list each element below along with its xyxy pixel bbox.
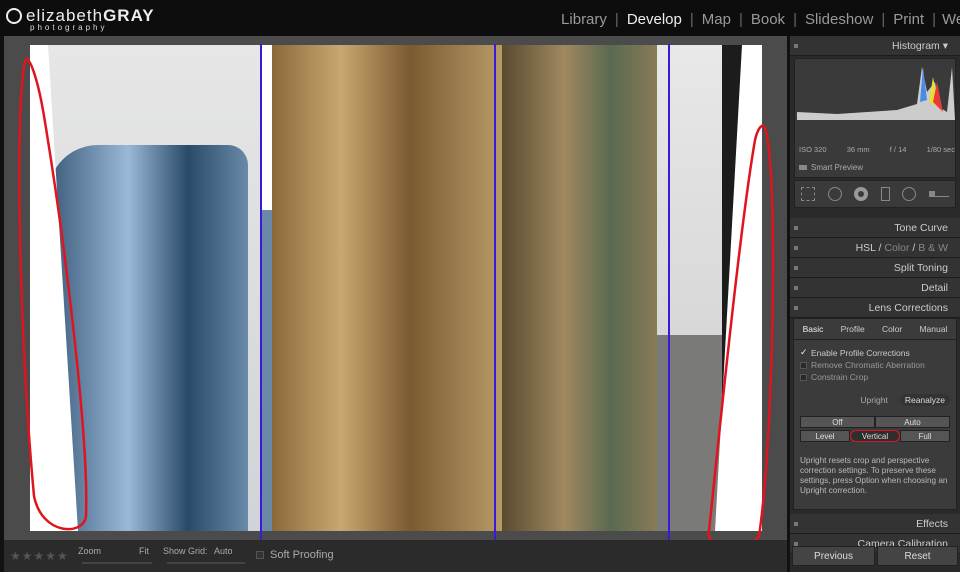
focal-length: 36 mm <box>846 145 870 154</box>
star-rating[interactable]: ★★★★★ <box>10 549 69 563</box>
lens-corrections-panel: Basic Profile Color Manual ✓ Enable Profi… <box>793 318 957 510</box>
constrain-crop-checkbox[interactable]: Constrain Crop <box>800 372 950 382</box>
grid-slider[interactable] <box>167 562 245 564</box>
right-panel: Histogram ▾ ISO 320 36 mm f / 14 1/80 sec S… <box>790 36 960 572</box>
upright-full-button[interactable]: Full <box>900 430 950 442</box>
upright-off-button[interactable]: Off <box>800 416 875 428</box>
lens-tab-basic[interactable]: Basic <box>803 324 824 334</box>
tool-strip <box>794 180 956 208</box>
lens-tab-color[interactable]: Color <box>882 324 902 334</box>
module-library[interactable]: Library <box>555 11 613 28</box>
soft-proofing-checkbox[interactable] <box>256 551 264 559</box>
zoom-label: Zoom <box>78 546 102 556</box>
reanalyze-button[interactable]: Reanalyze <box>899 394 950 406</box>
lens-tab-profile[interactable]: Profile <box>841 324 865 334</box>
hsl-tab[interactable]: HSL <box>856 242 876 254</box>
brand-logo: elizabethGRAY photography <box>6 6 155 32</box>
histogram-title: Histogram <box>891 40 940 52</box>
panel-effects[interactable]: Effects <box>790 514 960 534</box>
module-print[interactable]: Print <box>887 11 930 28</box>
graduated-filter-icon[interactable] <box>880 187 890 201</box>
color-tab[interactable]: Color <box>884 242 909 254</box>
spot-removal-icon[interactable] <box>827 187 842 201</box>
aperture: f / 14 <box>889 145 907 154</box>
upright-note: Upright resets crop and perspective corr… <box>800 456 948 495</box>
module-map[interactable]: Map <box>696 11 737 28</box>
toolbar: ★★★★★ Zoom Fit Show Grid: Auto Soft Proo… <box>4 540 787 572</box>
module-book[interactable]: Book <box>745 11 791 28</box>
upright-auto-button[interactable]: Auto <box>875 416 950 428</box>
checkbox-label: Enable Profile Corrections <box>811 347 910 358</box>
reset-button[interactable]: Reset <box>877 546 958 566</box>
panel-detail[interactable]: Detail <box>790 278 960 298</box>
red-annotation <box>18 56 775 550</box>
panel-lens-corrections[interactable]: Lens Corrections <box>790 298 960 318</box>
lens-tab-manual[interactable]: Manual <box>919 324 947 334</box>
module-picker: Library | Develop | Map | Book | Slideshow | … <box>555 11 960 28</box>
grid-dropdown[interactable]: Auto <box>214 546 233 556</box>
zoom-slider[interactable] <box>82 562 152 564</box>
histogram: ISO 320 36 mm f / 14 1/80 sec Smart Preview <box>794 58 956 178</box>
red-eye-icon[interactable] <box>854 187 869 201</box>
upright-label: Upright <box>860 395 888 405</box>
panel-tone-curve[interactable]: Tone Curve <box>790 218 960 238</box>
bw-tab[interactable]: B & W <box>918 242 948 254</box>
module-develop[interactable]: Develop <box>621 11 688 28</box>
panel-hsl[interactable]: HSL / Color / B & W <box>790 238 960 258</box>
zoom-value[interactable]: Fit <box>139 546 149 556</box>
check-icon: ✓ <box>800 347 808 357</box>
enable-profile-corrections-checkbox[interactable]: ✓ Enable Profile Corrections <box>800 347 950 358</box>
brand-name-bold: GRAY <box>103 6 155 25</box>
image-canvas[interactable] <box>4 36 787 550</box>
histogram-header[interactable]: Histogram ▾ <box>790 36 960 56</box>
upright-vertical-button[interactable]: Vertical <box>850 430 900 442</box>
top-bar: elizabethGRAY photography Library | Develo… <box>0 0 960 36</box>
module-slideshow[interactable]: Slideshow <box>799 11 879 28</box>
checkbox-label: Constrain Crop <box>811 372 869 382</box>
checkbox-label: Remove Chromatic Aberration <box>811 360 925 370</box>
grid-label: Show Grid: <box>163 546 208 556</box>
smart-preview-icon <box>799 165 807 170</box>
module-web[interactable]: Web <box>942 11 960 28</box>
smart-preview-label: Smart Preview <box>811 163 864 172</box>
crop-icon[interactable] <box>801 187 816 201</box>
adjustment-brush-icon[interactable] <box>928 191 949 197</box>
iso: ISO 320 <box>799 145 827 154</box>
previous-button[interactable]: Previous <box>792 546 875 566</box>
radial-filter-icon[interactable] <box>902 187 917 201</box>
soft-proofing-label: Soft Proofing <box>270 549 334 561</box>
panel-split-toning[interactable]: Split Toning <box>790 258 960 278</box>
remove-chromatic-aberration-checkbox[interactable]: Remove Chromatic Aberration <box>800 360 950 370</box>
shutter-speed: 1/80 sec <box>926 145 955 154</box>
upright-level-button[interactable]: Level <box>800 430 850 442</box>
